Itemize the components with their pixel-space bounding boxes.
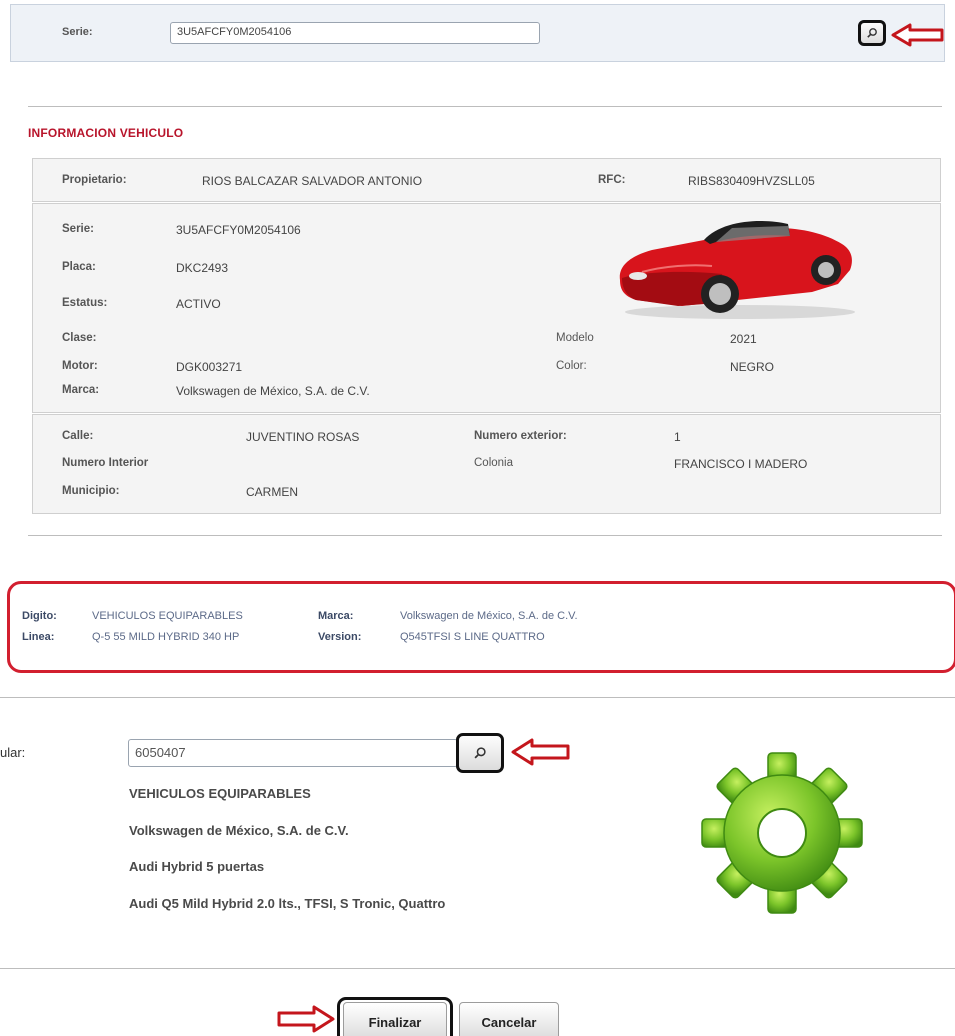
version-value: Q545TFSI S LINE QUATTRO [400,631,545,643]
numero-interior-label: Numero Interior [62,457,149,469]
linea-value: Q-5 55 MILD HYBRID 340 HP [92,631,240,643]
vehicular-linea: Audi Hybrid 5 puertas [129,859,265,874]
red-arrow-icon [276,1004,336,1034]
finalizar-button[interactable]: Finalizar [343,1002,447,1036]
placa-label: Placa: [62,261,96,273]
vehicular-search-button[interactable] [456,733,504,773]
numero-exterior-value: 1 [674,430,681,444]
linea-label: Linea: [22,631,55,643]
modelo-value: 2021 [730,332,757,346]
divider [28,535,942,536]
vehicular-version: Audi Q5 Mild Hybrid 2.0 lts., TFSI, S Tr… [129,896,446,911]
serie-label: Serie: [62,223,94,235]
municipio-value: CARMEN [246,485,299,499]
vehicular-tipo: VEHICULOS EQUIPARABLES [129,786,311,801]
estatus-value: ACTIVO [176,297,221,311]
placa-value: DKC2493 [176,261,229,275]
search-icon [474,747,486,759]
modelo-label: Modelo [556,332,594,344]
color-value: NEGRO [730,360,775,374]
equiv-marca-label: Marca: [318,610,354,622]
gear-icon [692,748,872,921]
cancelar-button[interactable]: Cancelar [459,1002,559,1036]
car-image [612,214,862,323]
serie-search-label: Serie: [62,26,93,38]
red-arrow-icon [890,22,946,48]
divider [28,106,942,107]
rfc-label: RFC: [598,174,626,186]
serie-value: 3U5AFCFY0M2054106 [176,223,301,237]
digito-label: Digito: [22,610,57,622]
estatus-label: Estatus: [62,297,108,309]
red-arrow-icon [510,737,572,767]
marca-value: Volkswagen de México, S.A. de C.V. [176,384,370,398]
vehicular-label: ular: [0,745,26,760]
clase-label: Clase: [62,332,97,344]
numero-exterior-label: Numero exterior: [474,430,567,442]
motor-label: Motor: [62,360,98,372]
divider [0,697,955,698]
calle-value: JUVENTINO ROSAS [246,430,360,444]
digito-value: VEHICULOS EQUIPARABLES [92,610,243,622]
search-icon [867,28,877,38]
colonia-label: Colonia [474,457,513,469]
divider [0,968,955,969]
propietario-label: Propietario: [62,174,127,186]
section-title: INFORMACION VEHICULO [28,126,184,140]
version-label: Version: [318,631,362,643]
serie-search-button[interactable] [858,20,886,46]
serie-search-input[interactable]: 3U5AFCFY0M2054106 [170,22,540,44]
municipio-label: Municipio: [62,485,120,497]
equivalence-highlight [7,581,955,673]
propietario-value: RIOS BALCAZAR SALVADOR ANTONIO [202,174,423,188]
marca-label: Marca: [62,384,100,396]
vehicular-input[interactable]: 6050407 [128,739,458,767]
colonia-value: FRANCISCO I MADERO [674,457,808,471]
calle-label: Calle: [62,430,94,442]
equiv-marca-value: Volkswagen de México, S.A. de C.V. [400,610,578,622]
vehicular-marca: Volkswagen de México, S.A. de C.V. [129,823,349,838]
rfc-value: RIBS830409HVZSLL05 [688,174,815,188]
motor-value: DGK003271 [176,360,243,374]
color-label: Color: [556,360,587,372]
